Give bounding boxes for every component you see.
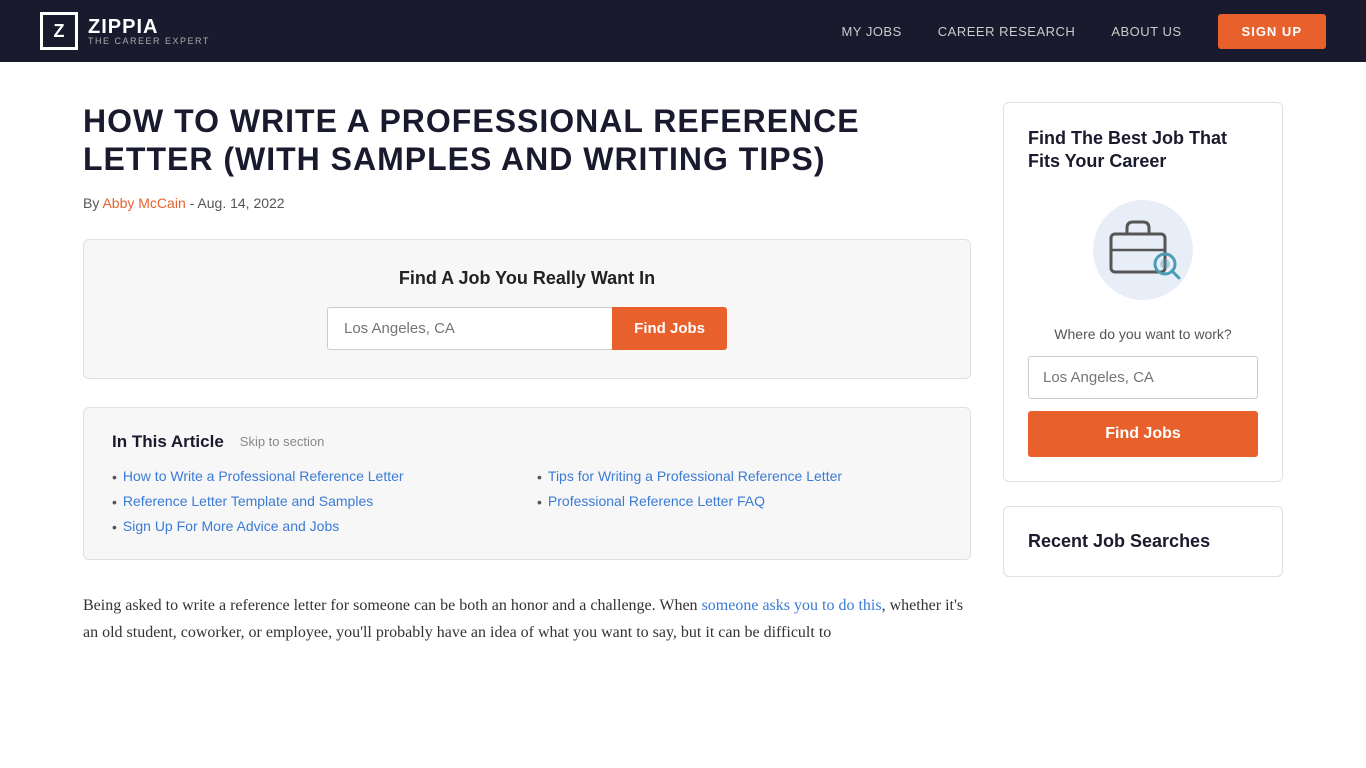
article-meta: By Abby McCain - Aug. 14, 2022 xyxy=(83,195,971,211)
body-paragraph-1: Being asked to write a reference letter … xyxy=(83,592,971,646)
body-text-start: Being asked to write a reference letter … xyxy=(83,597,702,614)
article-link-item: Sign Up For More Advice and Jobs xyxy=(112,518,517,535)
sidebar-find-jobs-button[interactable]: Find Jobs xyxy=(1028,411,1258,457)
body-link[interactable]: someone asks you to do this xyxy=(702,597,882,614)
sidebar-card-title: Find The Best Job That Fits Your Career xyxy=(1028,127,1258,174)
job-search-box: Find A Job You Really Want In Find Jobs xyxy=(83,239,971,379)
article-link-item: Reference Letter Template and Samples xyxy=(112,493,517,510)
in-article-links: How to Write a Professional Reference Le… xyxy=(112,468,942,535)
article-link-5[interactable]: Sign Up For More Advice and Jobs xyxy=(123,518,339,534)
job-search-title: Find A Job You Really Want In xyxy=(116,268,938,289)
article-title: HOW TO WRITE A PROFESSIONAL REFERENCE LE… xyxy=(83,102,971,179)
in-article-title: In This Article xyxy=(112,432,224,452)
job-search-input[interactable] xyxy=(327,307,612,350)
article-link-item: Professional Reference Letter FAQ xyxy=(537,493,942,510)
article-link-item: How to Write a Professional Reference Le… xyxy=(112,468,517,485)
sidebar-illustration xyxy=(1028,190,1258,310)
sidebar: Find The Best Job That Fits Your Career xyxy=(1003,102,1283,646)
main-content: HOW TO WRITE A PROFESSIONAL REFERENCE LE… xyxy=(83,102,971,646)
job-search-row: Find Jobs xyxy=(327,307,727,350)
illus-briefcase xyxy=(1103,212,1183,287)
logo-name: ZIPPIA xyxy=(88,16,158,38)
article-link-item: Tips for Writing a Professional Referenc… xyxy=(537,468,942,485)
sidebar-location-input[interactable] xyxy=(1028,356,1258,399)
article-link-2[interactable]: Tips for Writing a Professional Referenc… xyxy=(548,468,842,484)
article-link-4[interactable]: Professional Reference Letter FAQ xyxy=(548,493,765,509)
meta-prefix: By xyxy=(83,195,99,211)
in-article-header: In This Article Skip to section xyxy=(112,432,942,452)
navbar-links: MY JOBS CAREER RESEARCH ABOUT US SIGN UP xyxy=(841,14,1326,49)
sidebar-where-label: Where do you want to work? xyxy=(1028,326,1258,342)
nav-about-us[interactable]: ABOUT US xyxy=(1111,24,1181,39)
author-link[interactable]: Abby McCain xyxy=(102,195,185,211)
logo[interactable]: Z ZIPPIA THE CAREER EXPERT xyxy=(40,12,210,50)
signup-button[interactable]: SIGN UP xyxy=(1218,14,1326,49)
sidebar-job-card: Find The Best Job That Fits Your Career xyxy=(1003,102,1283,482)
logo-icon: Z xyxy=(40,12,78,50)
article-link-1[interactable]: How to Write a Professional Reference Le… xyxy=(123,468,404,484)
sidebar-recent-searches: Recent Job Searches xyxy=(1003,506,1283,577)
article-date: - Aug. 14, 2022 xyxy=(190,195,285,211)
nav-my-jobs[interactable]: MY JOBS xyxy=(841,24,901,39)
logo-text-group: ZIPPIA THE CAREER EXPERT xyxy=(88,16,210,46)
job-search-button[interactable]: Find Jobs xyxy=(612,307,727,350)
nav-career-research[interactable]: CAREER RESEARCH xyxy=(938,24,1076,39)
in-article-box: In This Article Skip to section How to W… xyxy=(83,407,971,560)
briefcase-icon xyxy=(1103,212,1183,282)
recent-searches-title: Recent Job Searches xyxy=(1028,531,1258,552)
logo-tagline: THE CAREER EXPERT xyxy=(88,36,210,46)
skip-section[interactable]: Skip to section xyxy=(240,434,325,449)
article-link-3[interactable]: Reference Letter Template and Samples xyxy=(123,493,373,509)
page-wrapper: HOW TO WRITE A PROFESSIONAL REFERENCE LE… xyxy=(43,62,1323,646)
navbar: Z ZIPPIA THE CAREER EXPERT MY JOBS CAREE… xyxy=(0,0,1366,62)
